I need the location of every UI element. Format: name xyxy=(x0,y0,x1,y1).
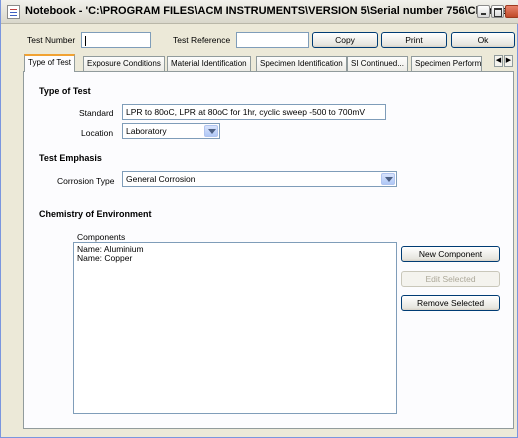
components-list[interactable]: Name: Aluminium Name: Copper xyxy=(73,242,397,414)
type-of-test-heading: Type of Test xyxy=(39,86,91,96)
test-emphasis-heading: Test Emphasis xyxy=(39,153,102,163)
notebook-icon xyxy=(7,5,20,19)
standard-input[interactable]: LPR to 80oC, LPR at 80oC for 1hr, cyclic… xyxy=(122,104,386,120)
new-component-button[interactable]: New Component xyxy=(401,246,500,262)
location-value: Laboratory xyxy=(126,126,167,136)
copy-button[interactable]: Copy xyxy=(312,32,378,48)
location-label: Location xyxy=(81,128,114,138)
chevron-down-icon[interactable] xyxy=(204,125,218,137)
corrosion-type-label: Corrosion Type xyxy=(57,176,115,186)
print-button[interactable]: Print xyxy=(381,32,447,48)
ok-button[interactable]: Ok xyxy=(451,32,515,48)
close-button[interactable] xyxy=(505,5,518,18)
chemistry-heading: Chemistry of Environment xyxy=(39,209,152,219)
tab-scroll-right-icon[interactable]: ▶ xyxy=(504,55,513,67)
list-item[interactable]: Name: Copper xyxy=(77,254,393,263)
notebook-window: Notebook - 'C:\PROGRAM FILES\ACM INSTRUM… xyxy=(0,0,518,438)
tab-type-of-test[interactable]: Type of Test xyxy=(24,54,75,72)
text-cursor xyxy=(85,35,86,46)
test-reference-label: Test Reference xyxy=(173,35,231,45)
tab-scroll-left-icon[interactable]: ◀ xyxy=(494,55,503,67)
test-number-input[interactable] xyxy=(81,32,151,48)
components-label: Components xyxy=(77,232,126,242)
standard-label: Standard xyxy=(79,108,114,118)
maximize-button[interactable] xyxy=(491,5,504,18)
tab-strip: Type of Test Exposure Conditions Materia… xyxy=(24,54,494,72)
tab-si-continued[interactable]: SI Continued... xyxy=(347,56,408,71)
tab-specimen-performance[interactable]: Specimen Performar xyxy=(411,56,482,71)
location-select[interactable]: Laboratory xyxy=(122,123,220,139)
minimize-button[interactable] xyxy=(477,5,490,18)
test-reference-input[interactable] xyxy=(236,32,309,48)
corrosion-type-select[interactable]: General Corrosion xyxy=(122,171,397,187)
tab-specimen-identification[interactable]: Specimen Identification xyxy=(256,56,347,71)
tab-exposure-conditions[interactable]: Exposure Conditions xyxy=(83,56,165,71)
tab-material-identification[interactable]: Material Identification xyxy=(167,56,251,71)
corrosion-type-value: General Corrosion xyxy=(126,174,196,184)
test-number-label: Test Number xyxy=(27,35,76,45)
window-title: Notebook - 'C:\PROGRAM FILES\ACM INSTRUM… xyxy=(25,5,518,17)
edit-selected-button[interactable]: Edit Selected xyxy=(401,271,500,287)
title-bar[interactable]: Notebook - 'C:\PROGRAM FILES\ACM INSTRUM… xyxy=(1,0,518,24)
remove-selected-button[interactable]: Remove Selected xyxy=(401,295,500,311)
chevron-down-icon[interactable] xyxy=(381,173,395,185)
